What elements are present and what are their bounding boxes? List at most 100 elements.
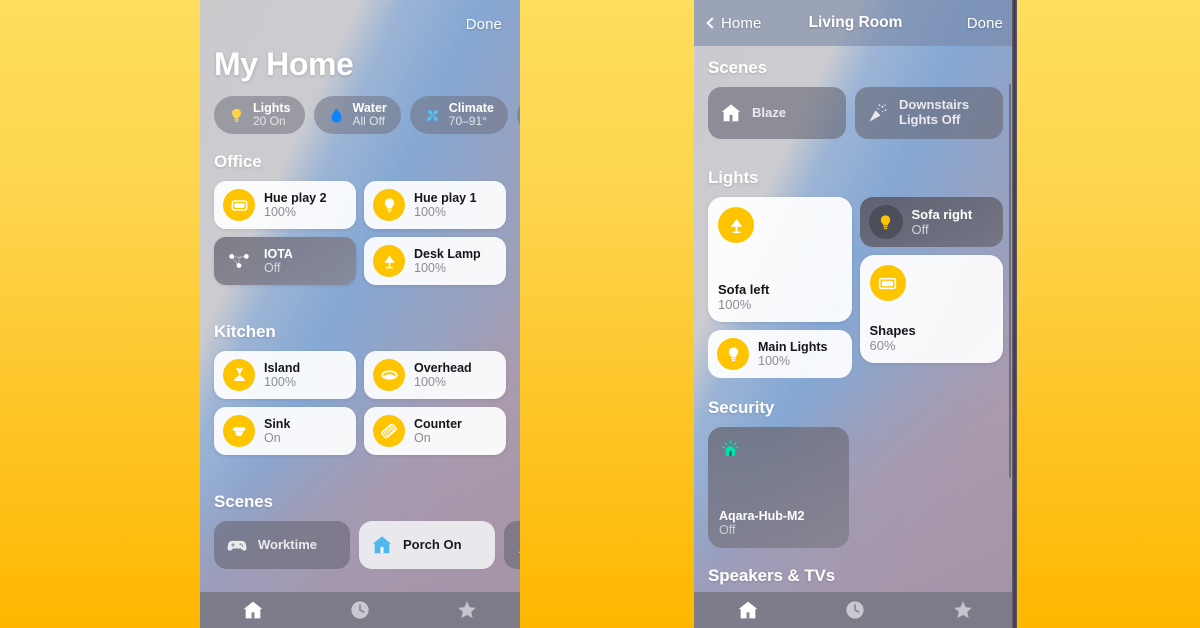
- device-tile-sofa-left[interactable]: Sofa left 100%: [708, 197, 852, 322]
- tile-text-block: Sofa right Off: [912, 207, 973, 237]
- tab-home[interactable]: [225, 592, 281, 628]
- home-icon: [738, 601, 758, 619]
- light-panel-icon: [878, 277, 897, 289]
- tile-icon-background: [373, 245, 405, 277]
- scene-label: Worktime: [258, 536, 317, 552]
- tab-star[interactable]: [439, 592, 495, 628]
- desk-lamp-icon: [383, 255, 395, 268]
- star-icon: [954, 601, 972, 619]
- section-title: Kitchen: [214, 322, 276, 341]
- tile-text-block: Main Lights 100%: [758, 340, 827, 368]
- scene-row[interactable]: Blaze Downstairs Lights Off: [694, 87, 1017, 139]
- section-scenes: Scenes Worktime Porch On: [200, 492, 520, 569]
- lights-column-left: Sofa left 100% Main Lights 100%: [708, 197, 852, 378]
- scene-chip-downstairs-lights-off[interactable]: Downstairs Lights Off: [855, 87, 1003, 139]
- tab-clock[interactable]: [827, 592, 883, 628]
- device-tile-hue-play-1[interactable]: Hue play 1 100%: [364, 181, 506, 229]
- status-pill-title: Water: [352, 100, 387, 115]
- tile-icon-background: [869, 265, 906, 301]
- home-icon: [243, 601, 263, 619]
- device-tile-shapes[interactable]: Shapes 60%: [859, 255, 1003, 363]
- scene-chip-worktime[interactable]: Worktime: [214, 521, 350, 569]
- home-screen: Done My Home Lights 20 On Water All Off …: [200, 0, 520, 628]
- water-drop-icon: [331, 108, 341, 123]
- scene-chip-blaze[interactable]: Blaze: [708, 87, 846, 139]
- lightbulb-icon: [232, 108, 241, 122]
- tab-bar[interactable]: [694, 592, 1017, 628]
- tab-bar[interactable]: [200, 592, 520, 628]
- status-pill-water[interactable]: Water All Off: [313, 96, 401, 134]
- status-pill-locks[interactable]: [516, 96, 520, 134]
- tile-name: Aqara-Hub-M2: [719, 509, 805, 523]
- status-pill-row[interactable]: Lights 20 On Water All Off Climate 70–91…: [214, 96, 520, 134]
- done-button[interactable]: Done: [466, 16, 502, 33]
- tile-name: Sofa right: [911, 207, 973, 222]
- bulb-icon: [384, 197, 394, 212]
- device-tile-sofa-right[interactable]: Sofa right Off: [859, 197, 1003, 247]
- vertical-scrollbar[interactable]: [1008, 84, 1011, 478]
- tab-home[interactable]: [720, 592, 776, 628]
- tile-grid: Hue play 2 100% Hue play 1 100% IOTA Off…: [200, 181, 520, 285]
- tile-state: Off: [264, 261, 281, 275]
- device-tile-iota[interactable]: IOTA Off: [214, 237, 356, 285]
- navbar: Done: [200, 0, 520, 48]
- back-button-label: Home: [721, 14, 762, 32]
- tile-icon-background: [223, 359, 255, 391]
- tile-icon-background: [373, 359, 405, 391]
- tile-icon-background: [868, 205, 903, 239]
- lights-grid: Sofa left 100% Main Lights 100% Sofa rig…: [694, 197, 1017, 378]
- tile-name: Sink: [264, 417, 291, 431]
- device-tile-hue-play-2[interactable]: Hue play 2 100%: [214, 181, 356, 229]
- tile-grid: Island 100% Overhead 100% Sink On Counte…: [200, 351, 520, 455]
- tab-clock[interactable]: [332, 592, 388, 628]
- done-button[interactable]: Done: [967, 15, 1003, 32]
- section-lights: Lights Sofa left 100% Main Lights 100% S…: [694, 168, 1017, 378]
- tile-name: Main Lights: [758, 340, 828, 354]
- scene-chip-partial[interactable]: [504, 521, 520, 569]
- tile-icon-background: [717, 338, 749, 370]
- tab-star[interactable]: [935, 592, 991, 628]
- tile-state: 100%: [414, 375, 446, 389]
- bulb-icon: [880, 214, 891, 229]
- tile-state: On: [414, 431, 431, 445]
- section-security: Security Aqara-Hub-M2 Off: [694, 398, 1017, 548]
- status-pill-lights[interactable]: Lights 20 On: [214, 96, 305, 134]
- device-tile-counter[interactable]: Counter On: [364, 407, 506, 455]
- tile-state: 100%: [414, 205, 446, 219]
- scene-chip-porch-on[interactable]: Porch On: [359, 521, 495, 569]
- tile-name: IOTA: [264, 247, 293, 261]
- device-tile-aqara-hub-m2[interactable]: Aqara-Hub-M2 Off: [708, 427, 849, 548]
- house-icon: [721, 104, 741, 122]
- tile-text-block: Aqara-Hub-M2 Off: [719, 509, 838, 537]
- tile-icon-background: [718, 207, 754, 243]
- clock-icon: [351, 601, 369, 619]
- tile-name: Shapes: [869, 323, 916, 338]
- tile-icon-background: [373, 189, 405, 221]
- device-tile-overhead[interactable]: Overhead 100%: [364, 351, 506, 399]
- section-kitchen: Kitchen Island 100% Overhead 100% Sink O…: [200, 322, 520, 455]
- tile-state: 60%: [869, 338, 896, 353]
- house-icon: [372, 536, 392, 554]
- tile-text-block: Sofa left 100%: [718, 282, 842, 312]
- desk-lamp-icon: [730, 218, 742, 233]
- scene-row[interactable]: Worktime Porch On: [200, 521, 520, 569]
- alarm-siren-icon: [722, 440, 739, 456]
- device-tile-sink[interactable]: Sink On: [214, 407, 356, 455]
- device-tile-island[interactable]: Island 100%: [214, 351, 356, 399]
- scene-label: Porch On: [403, 536, 462, 552]
- status-pill-climate[interactable]: Climate 70–91°: [409, 96, 508, 134]
- tile-state: Off: [911, 222, 929, 237]
- party-popper-icon: [869, 104, 887, 122]
- status-pill-subtitle: All Off: [352, 114, 385, 129]
- tile-state: On: [264, 431, 281, 445]
- section-title: Speakers & TVs: [708, 566, 836, 585]
- tile-icon-background: [373, 415, 405, 447]
- section-speakers-tvs: Speakers & TVs: [694, 566, 1017, 595]
- section-title: Lights: [708, 168, 759, 187]
- section-title: Scenes: [214, 492, 273, 511]
- party-popper-icon: [518, 551, 520, 554]
- device-tile-desk-lamp[interactable]: Desk Lamp 100%: [364, 237, 506, 285]
- room-screen: Home Living Room Done Scenes Blaze Downs…: [694, 0, 1017, 628]
- back-button[interactable]: Home: [706, 14, 762, 32]
- device-tile-main-lights[interactable]: Main Lights 100%: [708, 330, 852, 378]
